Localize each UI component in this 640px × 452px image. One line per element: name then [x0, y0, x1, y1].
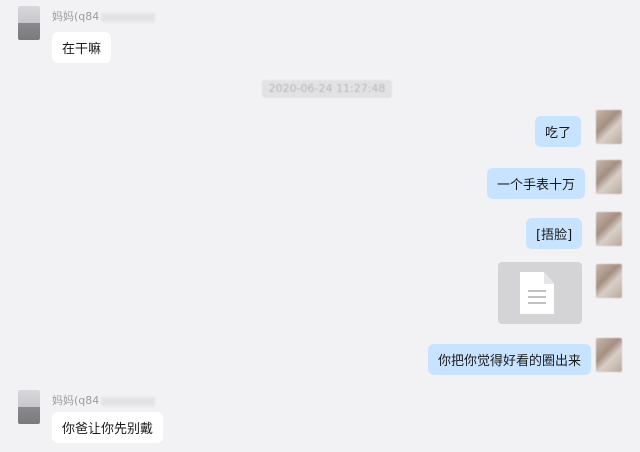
message-bubble-outgoing[interactable]: 一个手表十万 [487, 168, 586, 199]
sender-name-text: 妈妈(q84 [52, 10, 100, 23]
sender-name: 妈妈(q84 [52, 392, 156, 408]
message-text: [捂脸] [536, 228, 573, 243]
file-attachment[interactable] [498, 262, 582, 324]
self-avatar[interactable] [596, 338, 622, 372]
message-text: 在干嘛 [62, 42, 102, 57]
message-bubble-outgoing[interactable]: 吃了 [535, 116, 582, 147]
sender-name-redacted [101, 12, 156, 22]
message-text: 吃了 [545, 126, 572, 141]
self-avatar[interactable] [596, 160, 622, 194]
self-avatar[interactable] [596, 264, 622, 298]
message-text: 一个手表十万 [497, 178, 576, 193]
message-timestamp: 2020-06-24 11:27:48 [262, 80, 392, 98]
message-bubble-outgoing[interactable]: [捂脸] [526, 218, 583, 249]
message-text: 你爸让你先别戴 [62, 422, 154, 437]
contact-avatar[interactable] [18, 6, 40, 40]
self-avatar[interactable] [596, 110, 622, 144]
message-bubble-outgoing[interactable]: 你把你觉得好看的圈出来 [428, 344, 592, 375]
contact-avatar[interactable] [18, 390, 40, 424]
document-line [528, 296, 546, 298]
document-line [528, 302, 546, 304]
sender-name: 妈妈(q84 [52, 8, 156, 24]
self-avatar[interactable] [596, 212, 622, 246]
document-line [528, 290, 546, 292]
document-icon [520, 272, 554, 314]
message-text: 你把你觉得好看的圈出来 [438, 354, 582, 369]
message-bubble-incoming[interactable]: 你爸让你先别戴 [52, 412, 164, 443]
sender-name-redacted [101, 396, 156, 406]
sender-name-text: 妈妈(q84 [52, 394, 100, 407]
message-bubble-incoming[interactable]: 在干嘛 [52, 32, 112, 63]
document-fold [544, 272, 554, 284]
